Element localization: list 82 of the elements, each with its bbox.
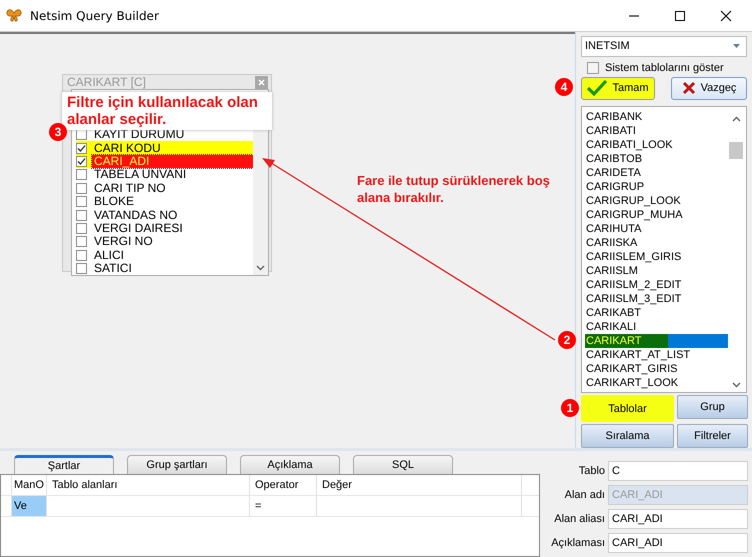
table-list-item[interactable]: CARIKART_GIRIS [585,362,728,376]
table-list-item[interactable]: CARIKALI [585,320,728,334]
field-label: Tablo [578,465,605,477]
table-cell[interactable]: = [250,496,317,516]
table-list-item[interactable]: CARIBTOB [585,152,728,166]
table-list-item[interactable]: CARIGRUP_MUHA [585,208,728,222]
ok-button[interactable]: Tamam [581,76,655,100]
column-header: ManO [12,475,47,495]
table-list-item[interactable]: CARIGRUP_LOOK [585,194,728,208]
table-window-title: CARIKART [C] [67,75,146,89]
chevron-up-icon[interactable] [732,116,740,122]
table-list-item[interactable]: CARIISLM_2_EDIT [585,278,728,292]
tab[interactable]: Şartlar [14,455,114,474]
window-title: Netsim Query Builder [30,8,159,22]
scrollbar-thumb[interactable] [729,142,743,159]
field-item[interactable]: VERGI DAIRESI [92,222,185,235]
checkbox[interactable] [76,263,87,274]
field-item[interactable]: SATICI [92,262,134,276]
view-button[interactable]: Sıralama [581,424,674,448]
tab[interactable]: Grup şartları [127,455,227,474]
input-field[interactable]: CARI_ADI [608,509,748,529]
field-item[interactable]: CARI_ADI [92,154,253,168]
table-list-item[interactable]: CARIBATI [585,124,728,138]
field-item[interactable]: ALICI [92,248,126,262]
table-list-item[interactable]: CARIKART_LOOK [585,376,728,390]
checkbox[interactable] [76,182,87,194]
table-list-item[interactable]: CARIISLM_3_EDIT [585,292,728,306]
table-list-item[interactable]: CARIISKA [585,236,728,250]
checkbox[interactable] [76,250,87,261]
maximize-icon[interactable] [674,10,686,22]
table-list-item[interactable]: CARIBANK [585,110,728,124]
butterfly-icon [6,8,22,22]
field-label: Açıklaması [551,537,605,549]
close-icon[interactable] [720,10,732,22]
column-header: Tablo alanları [47,475,250,495]
view-button[interactable]: Grup [677,395,748,419]
checkbox[interactable] [76,210,87,221]
table-list-item[interactable]: CARIHUTA [585,222,728,236]
chevron-down-icon[interactable] [732,382,740,388]
chevron-down-icon[interactable] [256,265,265,272]
column-header: Operator [250,475,317,495]
table-list-item[interactable]: CARIDETA [585,166,728,180]
view-button[interactable]: Tablolar [581,395,674,422]
field-item[interactable]: VERGI NO [92,235,155,248]
scrollbar[interactable] [253,128,268,276]
field-item[interactable]: KAYIT DURUMU [92,128,186,142]
table-list-item[interactable]: CARIBATI_LOOK [585,138,728,152]
checkbox-label: Sistem tablolarını göster [605,62,724,74]
checkbox[interactable] [76,196,87,208]
field-label: Alan adı [564,489,605,501]
view-button[interactable]: Filtreler [677,424,748,448]
field-item[interactable]: VATANDAS NO [92,208,180,222]
annotation-note: Filtre için kullanılacak olan alanlar seçilir. [62,92,272,130]
input-field[interactable]: CARI_ADI [608,533,748,553]
table-list-item[interactable]: CARIISLEM_GIRIS [585,250,728,264]
caret-icon [733,44,740,48]
table-list-item[interactable]: CARIKABT [585,306,728,320]
checkbox[interactable] [76,156,87,167]
table-list-item[interactable]: CARIGRUP [585,180,728,194]
table-list-item[interactable]: CARIKART_AT_LIST [585,348,728,362]
column-header: Değer [317,475,522,495]
field-item[interactable]: BLOKE [92,195,136,208]
checkmark-icon [587,80,608,96]
checkbox[interactable] [76,129,87,140]
checkbox[interactable] [76,142,87,154]
tab[interactable]: Açıklama [240,455,340,474]
field-label: Alan aliası [554,513,605,525]
field-item[interactable]: TABELA UNVANI [92,168,188,182]
checkbox[interactable] [76,236,87,248]
tab[interactable]: SQL [353,455,453,474]
checkbox[interactable] [76,169,87,180]
input-field[interactable]: C [608,461,748,481]
annotation-note: Fare ile tutup sürüklenerek boş alana bırakılır. [357,172,551,206]
cross-icon [682,81,696,96]
database-dropdown[interactable]: INETSIM [581,36,747,57]
field-item[interactable]: CARI TIP NO [92,182,168,195]
table-list-item[interactable]: CARIKART [585,334,728,348]
table-cell[interactable]: Ve [12,496,47,516]
checkbox[interactable] [76,222,87,234]
checkbox[interactable] [587,62,599,74]
table-list-item[interactable]: CARIISLM [585,264,728,278]
cancel-button[interactable]: Vazgeç [671,76,747,100]
